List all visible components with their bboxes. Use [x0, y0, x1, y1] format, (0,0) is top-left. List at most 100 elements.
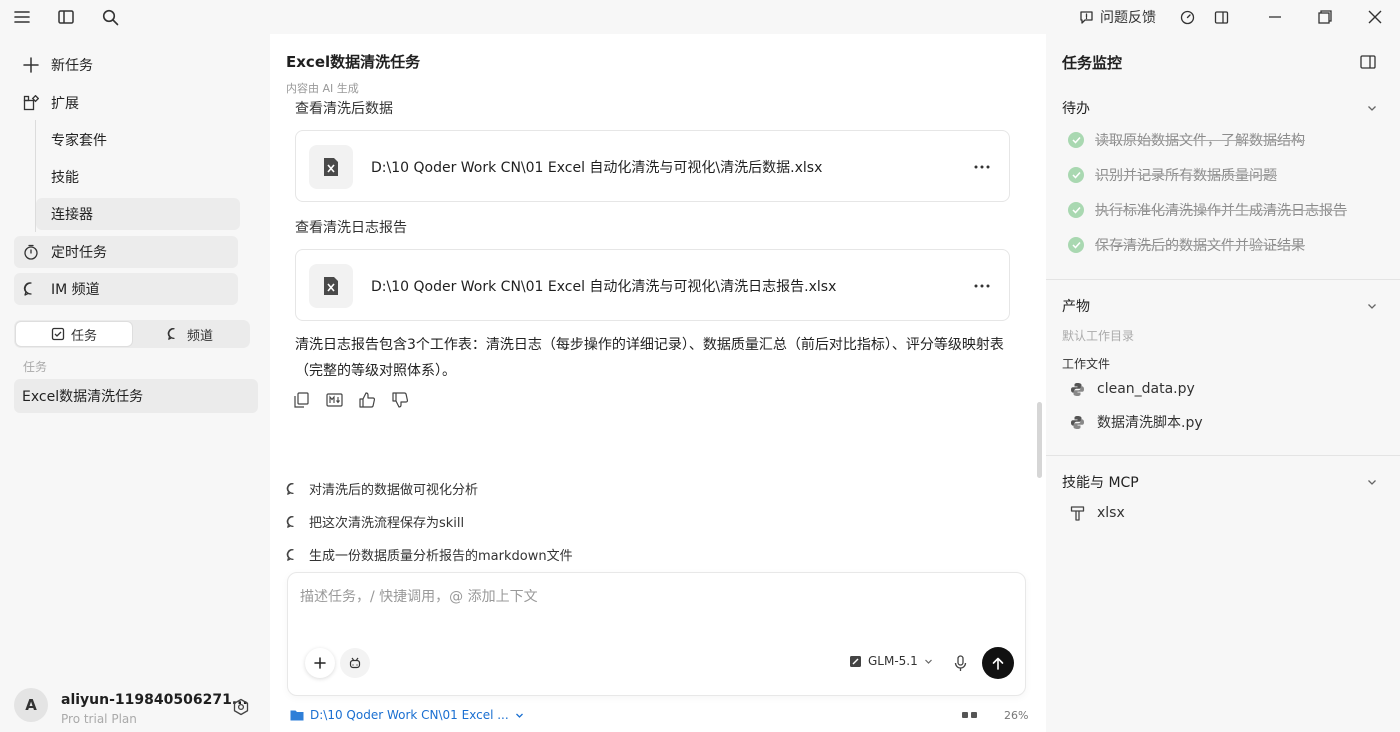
nav-label: IM 频道 [51, 282, 100, 298]
chevron-down-icon[interactable] [1366, 102, 1378, 114]
skill-name: xlsx [1097, 505, 1125, 521]
feedback-icon [1080, 10, 1093, 24]
nav-label: 连接器 [51, 207, 93, 223]
suggestion-item[interactable]: 生成一份数据质量分析报告的markdown文件 [286, 545, 573, 564]
skills-section-header[interactable]: 技能与 MCP [1062, 472, 1139, 492]
nav-label: 新任务 [51, 58, 93, 74]
file-card-cleaned-data[interactable]: D:\10 Qoder Work CN\01 Excel 自动化清洗与可视化\清… [295, 130, 1010, 202]
main-panel: Excel数据清洗任务 内容由 AI 生成 查看清洗后数据 D:\10 Qode… [270, 34, 1046, 732]
skill-item[interactable]: xlsx [1070, 505, 1125, 521]
file-name: clean_data.py [1097, 381, 1195, 397]
feedback-label: 问题反馈 [1100, 10, 1156, 26]
sidebar-item-connectors[interactable]: 连接器 [36, 198, 240, 230]
nav-label: 定时任务 [51, 245, 107, 261]
model-name: GLM-5.1 [868, 654, 918, 668]
markdown-icon[interactable] [325, 390, 344, 409]
todo-item: 保存清洗后的数据文件并验证结果 [1068, 235, 1305, 255]
check-circle-icon [1068, 237, 1084, 253]
workspace-folder-selector[interactable]: D:\10 Qoder Work CN\01 Excel ... [290, 708, 524, 722]
file-path: D:\10 Qoder Work CN\01 Excel 自动化清洗与可视化\清… [371, 279, 837, 295]
chat-bubble-icon [286, 482, 294, 495]
panel-collapse-icon[interactable] [1359, 53, 1377, 71]
feedback-button[interactable]: 问题反馈 [1079, 7, 1156, 27]
sidebar-item-im-channel[interactable]: IM 频道 [14, 273, 238, 305]
file-path: D:\10 Qoder Work CN\01 Excel 自动化清洗与可视化\清… [371, 160, 823, 176]
checkbox-icon [51, 327, 65, 341]
todo-section-header[interactable]: 待办 [1062, 98, 1090, 118]
hammer-icon [1070, 506, 1085, 521]
sidebar-toggle-icon[interactable] [44, 0, 88, 34]
check-circle-icon [1068, 132, 1084, 148]
agent-mode-button[interactable] [340, 648, 370, 678]
minimize-button[interactable] [1250, 0, 1300, 34]
sidebar-item-extensions[interactable]: 扩展 [14, 87, 238, 119]
check-circle-icon [1068, 202, 1084, 218]
todo-item: 识别并记录所有数据质量问题 [1068, 165, 1277, 185]
suggestion-text: 对清洗后的数据做可视化分析 [309, 483, 479, 498]
microphone-icon[interactable] [945, 648, 975, 678]
title-bar: 问题反馈 [0, 0, 1400, 34]
check-circle-icon [1068, 167, 1084, 183]
more-options-icon[interactable] [968, 153, 996, 181]
add-attachment-button[interactable] [305, 648, 335, 678]
maximize-button[interactable] [1300, 0, 1350, 34]
panel-title: 任务监控 [1062, 54, 1123, 72]
tab-tasks[interactable]: 任务 [16, 322, 132, 346]
todo-text: 识别并记录所有数据质量问题 [1095, 168, 1277, 184]
suggestion-item[interactable]: 对清洗后的数据做可视化分析 [286, 479, 478, 498]
nav-label: 专家套件 [51, 133, 107, 149]
extensions-icon [23, 95, 39, 111]
copy-icon[interactable] [292, 390, 311, 409]
timer-icon [24, 244, 38, 260]
more-options-icon[interactable] [968, 272, 996, 300]
tab-channels[interactable]: 频道 [132, 322, 248, 346]
section-label: 任务 [23, 360, 48, 374]
file-card-log-report[interactable]: D:\10 Qoder Work CN\01 Excel 自动化清洗与可视化\清… [295, 249, 1010, 321]
todo-text: 读取原始数据文件，了解数据结构 [1095, 133, 1305, 149]
file-item[interactable]: 数据清洗脚本.py [1070, 412, 1203, 432]
model-selector[interactable]: GLM-5.1 [849, 654, 933, 668]
user-profile[interactable]: A aliyun-119840506271... Pro trial Plan [14, 686, 264, 728]
todo-text: 执行标准化清洗操作并生成清洗日志报告 [1095, 203, 1347, 219]
sidebar-item-skills[interactable]: 技能 [36, 161, 240, 193]
close-button[interactable] [1350, 0, 1400, 34]
composer: GLM-5.1 [287, 572, 1026, 696]
send-button[interactable] [982, 647, 1014, 679]
todo-text: 保存清洗后的数据文件并验证结果 [1095, 238, 1305, 254]
new-task-button[interactable]: 新任务 [14, 49, 238, 81]
panel-toggle-icon[interactable] [1204, 0, 1238, 34]
todo-item: 读取原始数据文件，了解数据结构 [1068, 130, 1305, 150]
chevron-down-icon [515, 713, 523, 718]
thumbs-down-icon[interactable] [391, 390, 410, 409]
sidebar-item-expert-suites[interactable]: 专家套件 [36, 124, 240, 156]
menu-icon[interactable] [0, 0, 44, 34]
response-summary: 清洗日志报告包含3个工作表：清洗日志（每步操作的详细记录）、数据质量汇总（前后对… [295, 337, 1004, 379]
python-file-icon [1071, 382, 1084, 396]
chat-bubble-icon [286, 548, 294, 561]
scrollbar[interactable] [1037, 402, 1042, 478]
tab-label: 频道 [186, 328, 213, 344]
sidebar-item-scheduled-tasks[interactable]: 定时任务 [14, 236, 238, 268]
suggestion-item[interactable]: 把这次清洗流程保存为skill [286, 512, 464, 531]
file-item[interactable]: clean_data.py [1070, 381, 1195, 397]
bot-icon [349, 657, 361, 669]
chevron-down-icon[interactable] [1366, 476, 1378, 488]
search-icon[interactable] [88, 0, 132, 34]
task-input[interactable] [300, 589, 1000, 605]
task-list-item[interactable]: Excel数据清洗任务 [14, 379, 258, 413]
user-name: aliyun-119840506271... [61, 692, 248, 708]
default-dir-label: 默认工作目录 [1062, 329, 1135, 343]
artifacts-section-header[interactable]: 产物 [1062, 296, 1090, 316]
settings-icon[interactable] [232, 698, 250, 716]
caption-log-report: 查看清洗日志报告 [295, 220, 407, 236]
folder-icon [290, 710, 304, 721]
todo-item: 执行标准化清洗操作并生成清洗日志报告 [1068, 200, 1347, 220]
thumbs-up-icon[interactable] [358, 390, 377, 409]
dashboard-icon[interactable] [1170, 0, 1204, 34]
divider [1046, 279, 1400, 280]
chevron-down-icon[interactable] [1366, 300, 1378, 312]
composer-footer: D:\10 Qoder Work CN\01 Excel ... 26% [290, 708, 1030, 726]
chat-bubble-icon [286, 515, 294, 528]
page-title: Excel数据清洗任务 [286, 53, 421, 71]
context-usage-percent: 26% [1004, 709, 1029, 722]
